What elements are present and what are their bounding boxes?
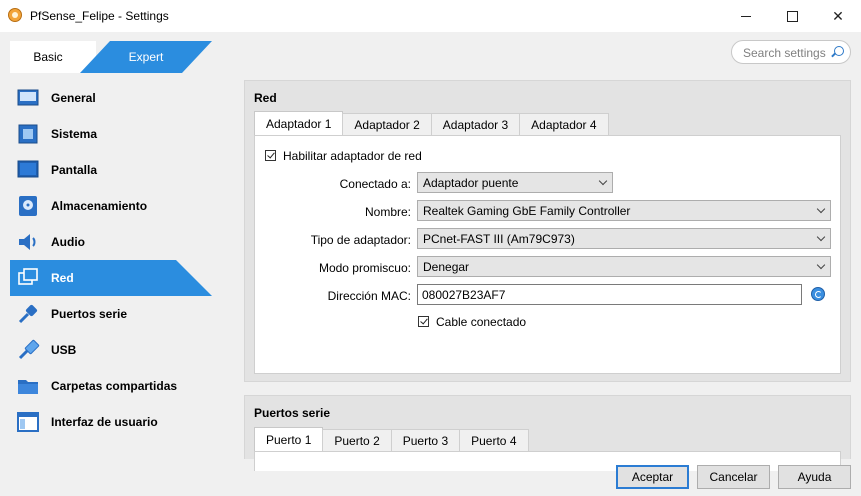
adapter-tabs: Adaptador 1 Adaptador 2 Adaptador 3 Adap… bbox=[254, 111, 609, 135]
sidebar-item-general[interactable]: General bbox=[10, 80, 212, 116]
ok-button[interactable]: Aceptar bbox=[616, 465, 689, 489]
sidebar-item-label: Audio bbox=[51, 235, 85, 249]
sidebar-item-sistema[interactable]: Sistema bbox=[10, 116, 212, 152]
tab-puerto-3[interactable]: Puerto 3 bbox=[390, 429, 461, 451]
promiscuous-mode-value: Denegar bbox=[423, 260, 470, 274]
sidebar-item-usb[interactable]: USB bbox=[10, 332, 212, 368]
promiscuous-mode-select[interactable]: Denegar bbox=[417, 256, 831, 277]
refresh-mac-icon[interactable] bbox=[811, 287, 825, 301]
serial-port-tabs: Puerto 1 Puerto 2 Puerto 3 Puerto 4 bbox=[254, 427, 529, 451]
tab-adaptador-1[interactable]: Adaptador 1 bbox=[254, 111, 344, 135]
name-value: Realtek Gaming GbE Family Controller bbox=[423, 204, 631, 218]
name-label: Nombre: bbox=[364, 205, 411, 219]
name-select[interactable]: Realtek Gaming GbE Family Controller bbox=[417, 200, 831, 221]
network-icon bbox=[16, 266, 40, 290]
sidebar-item-pantalla[interactable]: Pantalla bbox=[10, 152, 212, 188]
serial-ports-icon bbox=[18, 304, 38, 324]
storage-icon bbox=[19, 196, 37, 216]
adapter-type-value: PCnet-FAST III (Am79C973) bbox=[423, 232, 575, 246]
mode-switch: Basic Expert bbox=[10, 41, 212, 73]
chevron-down-icon bbox=[816, 232, 826, 242]
maximize-icon bbox=[786, 10, 798, 22]
window-title: PfSense_Felipe - Settings bbox=[30, 9, 169, 23]
promiscuous-mode-label: Modo promiscuo: bbox=[318, 261, 411, 275]
tab-puerto-4[interactable]: Puerto 4 bbox=[459, 429, 529, 451]
shared-folders-icon bbox=[18, 380, 38, 394]
system-icon bbox=[18, 124, 38, 144]
cable-connected-label: Cable conectado bbox=[436, 315, 527, 329]
cable-connected-checkbox[interactable] bbox=[418, 316, 429, 327]
adapter-type-label: Tipo de adaptador: bbox=[310, 233, 411, 247]
tab-puerto-2[interactable]: Puerto 2 bbox=[322, 429, 392, 451]
sidebar-item-label: Red bbox=[51, 271, 74, 285]
sidebar-item-label: Almacenamiento bbox=[51, 199, 148, 213]
search-icon bbox=[834, 46, 844, 56]
display-icon bbox=[17, 160, 39, 178]
sidebar-item-label: Carpetas compartidas bbox=[51, 379, 178, 393]
chevron-down-icon bbox=[816, 204, 826, 214]
network-group: Red Adaptador 1 Adaptador 2 Adaptador 3 … bbox=[244, 80, 851, 382]
attached-to-select[interactable]: Adaptador puente bbox=[417, 172, 613, 193]
enable-adapter-label: Habilitar adaptador de red bbox=[283, 149, 422, 163]
mode-basic-button[interactable]: Basic bbox=[10, 41, 96, 73]
chevron-down-icon bbox=[598, 176, 608, 186]
tab-adaptador-2[interactable]: Adaptador 2 bbox=[342, 113, 432, 135]
user-interface-icon bbox=[17, 412, 39, 432]
virtualbox-app-icon bbox=[8, 8, 22, 22]
serial-ports-group: Puertos serie Puerto 1 Puerto 2 Puerto 3… bbox=[244, 395, 851, 471]
close-icon: ✕ bbox=[832, 7, 844, 24]
chevron-down-icon bbox=[816, 260, 826, 270]
sidebar-item-label: Pantalla bbox=[51, 163, 98, 177]
sidebar-item-label: Sistema bbox=[51, 127, 98, 141]
sidebar-item-audio[interactable]: Audio bbox=[10, 224, 212, 260]
mac-address-label: Dirección MAC: bbox=[327, 289, 411, 303]
sidebar-item-carpetas-compartidas[interactable]: Carpetas compartidas bbox=[10, 368, 212, 404]
close-button[interactable]: ✕ bbox=[815, 0, 861, 32]
sidebar-item-red[interactable]: Red bbox=[10, 260, 212, 296]
tab-adaptador-4[interactable]: Adaptador 4 bbox=[519, 113, 609, 135]
adapter-panel: Habilitar adaptador de red Conectado a: … bbox=[254, 135, 841, 374]
usb-icon bbox=[18, 339, 40, 360]
sidebar-item-puertos-serie[interactable]: Puertos serie bbox=[10, 296, 212, 332]
network-group-title: Red bbox=[254, 91, 277, 105]
search-placeholder: Search settings bbox=[743, 46, 826, 60]
audio-icon bbox=[19, 234, 36, 250]
sidebar-item-label: Puertos serie bbox=[51, 307, 128, 321]
cancel-button[interactable]: Cancelar bbox=[697, 465, 770, 489]
settings-sidebar: General Sistema Pantalla Almacenamiento … bbox=[10, 80, 212, 440]
attached-to-value: Adaptador puente bbox=[423, 176, 519, 190]
minimize-icon bbox=[741, 15, 751, 17]
mode-expert-button[interactable]: Expert bbox=[80, 41, 212, 73]
sidebar-item-label: General bbox=[51, 91, 96, 105]
enable-adapter-checkbox[interactable] bbox=[265, 150, 276, 161]
minimize-button[interactable] bbox=[723, 0, 769, 32]
sidebar-item-label: USB bbox=[51, 343, 77, 357]
tab-puerto-1[interactable]: Puerto 1 bbox=[254, 427, 324, 451]
mac-address-field[interactable]: 080027B23AF7 bbox=[417, 284, 802, 305]
sidebar-item-label: Interfaz de usuario bbox=[51, 415, 158, 429]
search-settings-input[interactable]: Search settings bbox=[731, 40, 851, 64]
sidebar-item-interfaz-de-usuario[interactable]: Interfaz de usuario bbox=[10, 404, 212, 440]
title-bar: PfSense_Felipe - Settings ✕ bbox=[0, 0, 861, 32]
sidebar-item-almacenamiento[interactable]: Almacenamiento bbox=[10, 188, 212, 224]
serial-ports-group-title: Puertos serie bbox=[254, 406, 331, 420]
help-button[interactable]: Ayuda bbox=[778, 465, 851, 489]
general-icon bbox=[17, 89, 39, 106]
attached-to-label: Conectado a: bbox=[339, 177, 411, 191]
maximize-button[interactable] bbox=[769, 0, 815, 32]
adapter-type-select[interactable]: PCnet-FAST III (Am79C973) bbox=[417, 228, 831, 249]
tab-adaptador-3[interactable]: Adaptador 3 bbox=[430, 113, 521, 135]
